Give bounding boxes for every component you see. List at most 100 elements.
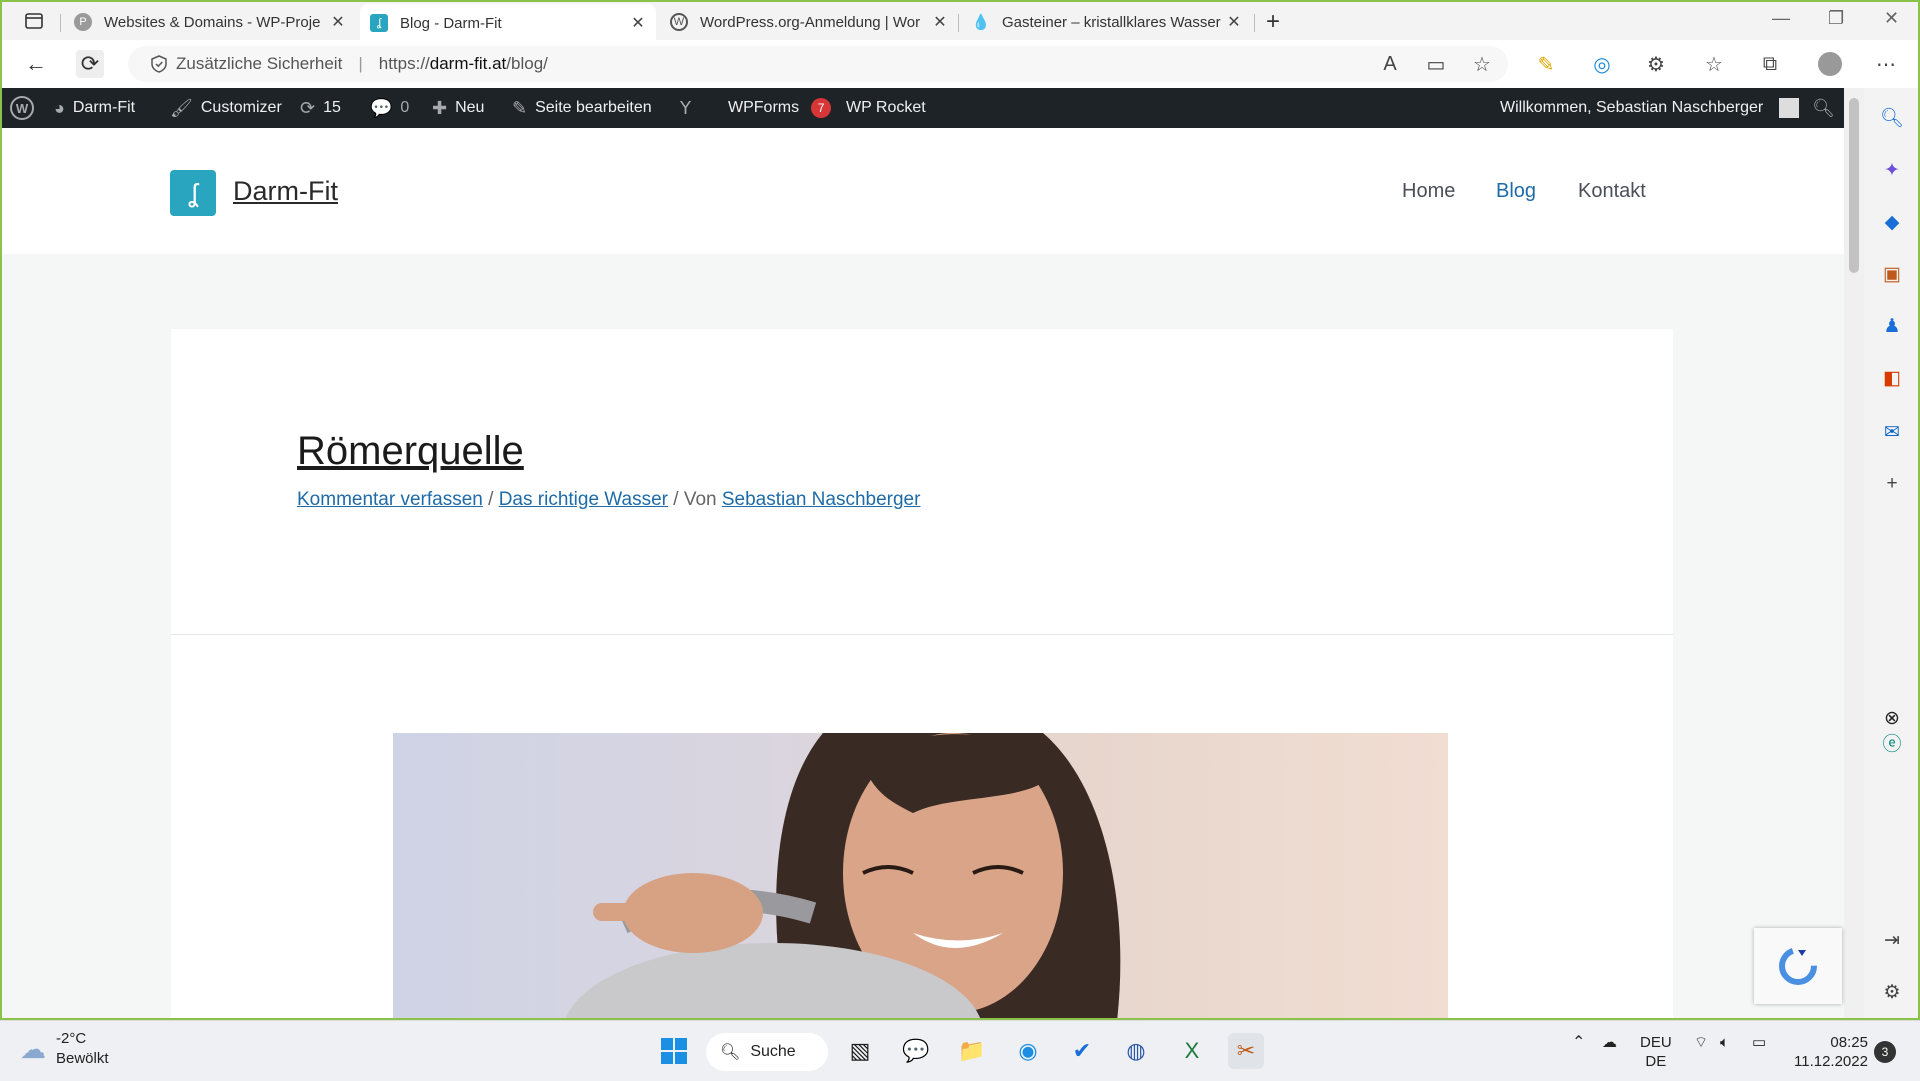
address-bar[interactable]: Zusätzliche Sicherheit | https://darm-fi…: [128, 46, 1508, 82]
clock[interactable]: 08:25 11.12.2022: [1794, 1033, 1868, 1071]
copilot-sparkle-icon[interactable]: ✦: [1878, 156, 1906, 184]
edge-e-icon[interactable]: ⓔ: [1878, 728, 1906, 756]
search-icon[interactable]: 🔍︎: [1878, 104, 1906, 132]
weather-description: Bewölkt: [56, 1050, 109, 1067]
collections-icon[interactable]: ⧉: [1756, 50, 1784, 78]
new-content-menu[interactable]: ✚ Neu: [432, 88, 484, 128]
author-link[interactable]: Sebastian Naschberger: [722, 489, 921, 510]
edit-page-link[interactable]: ✎ Seite bearbeiten: [512, 88, 652, 128]
tab-wordpress-anmeldung[interactable]: W WordPress.org-Anmeldung | Wor ✕: [660, 4, 958, 40]
wifi-icon[interactable]: ⌔: [1694, 1033, 1708, 1052]
teams-chat-icon[interactable]: 💬: [898, 1033, 934, 1069]
welcome-label: Willkommen, Sebastian Naschberger: [1500, 99, 1764, 116]
tab-websites-domains[interactable]: P Websites & Domains - WP-Proje ✕: [64, 4, 356, 40]
games-icon[interactable]: ♟: [1878, 312, 1906, 340]
comment-link[interactable]: Kommentar verfassen: [297, 489, 483, 510]
wp-logo-menu[interactable]: W: [10, 88, 34, 128]
tab-gasteiner[interactable]: 💧 Gasteiner – kristallklares Wasser ✕: [962, 4, 1252, 40]
category-link[interactable]: Das richtige Wasser: [499, 489, 668, 510]
close-icon[interactable]: ✕: [630, 13, 646, 33]
office-icon[interactable]: ◧: [1878, 364, 1906, 392]
battery-icon[interactable]: ▭: [1752, 1033, 1766, 1052]
chevron-up-icon[interactable]: ⌃: [1572, 1033, 1585, 1052]
edge-browser-icon[interactable]: ◉: [1010, 1033, 1046, 1069]
hide-sidebar-icon[interactable]: ⇥: [1878, 926, 1906, 954]
profile-avatar-icon[interactable]: [1816, 50, 1844, 78]
language-indicator[interactable]: DEU DE: [1640, 1033, 1672, 1071]
wp-rocket-menu[interactable]: WP Rocket: [846, 88, 926, 128]
tab-actions-icon: [25, 13, 43, 29]
excel-icon[interactable]: X: [1174, 1033, 1210, 1069]
file-explorer-icon[interactable]: 📁: [954, 1033, 990, 1069]
comments-link[interactable]: 💬 0: [370, 88, 409, 128]
new-label: Neu: [455, 99, 485, 116]
taskbar-search[interactable]: 🔍︎ Suche: [706, 1033, 828, 1071]
tab-blog-darm-fit[interactable]: ʆ Blog - Darm-Fit ✕: [360, 4, 656, 42]
tab-title: Blog - Darm-Fit: [400, 14, 502, 32]
menu-item-blog[interactable]: Blog: [1496, 180, 1536, 203]
close-icon[interactable]: ✕: [330, 12, 346, 32]
cloud-icon: ☁: [20, 1033, 46, 1064]
tab-actions-button[interactable]: [14, 8, 54, 34]
menu-item-kontakt[interactable]: Kontakt: [1578, 180, 1646, 203]
wpforms-menu[interactable]: WPForms 7: [728, 88, 832, 128]
weather-widget[interactable]: ☁ -2°C Bewölkt: [20, 1029, 109, 1069]
shield-check-icon: [151, 55, 167, 73]
snipping-tool-icon[interactable]: ✂: [1228, 1033, 1264, 1069]
yoast-menu[interactable]: ꓬ: [680, 88, 691, 128]
restore-button[interactable]: ❐: [1828, 8, 1844, 29]
p-circle-icon: P: [74, 13, 92, 31]
tools-briefcase-icon[interactable]: ▣: [1878, 260, 1906, 288]
task-view-icon[interactable]: ▧: [842, 1033, 878, 1069]
tab-separator: [1254, 14, 1255, 32]
read-aloud-icon[interactable]: A: [1376, 50, 1404, 78]
scrollbar-thumb[interactable]: [1849, 98, 1859, 273]
shopping-tag-icon[interactable]: ◆: [1878, 208, 1906, 236]
post-title-link[interactable]: Römerquelle: [297, 429, 524, 474]
favorites-icon[interactable]: ☆: [1700, 50, 1728, 78]
updates-link[interactable]: ⟳ 15: [300, 88, 341, 128]
gear-icon[interactable]: ⚙: [1878, 978, 1906, 1006]
customizer-link[interactable]: 🖌 Customizer: [170, 88, 282, 128]
extension-circle-icon[interactable]: ◎: [1588, 50, 1616, 78]
minimize-button[interactable]: —: [1772, 8, 1790, 29]
immersive-reader-icon[interactable]: ▭: [1422, 50, 1450, 78]
menu-item-home[interactable]: Home: [1402, 180, 1455, 203]
tab-separator: [60, 14, 61, 32]
updates-icon: ⟳: [300, 97, 316, 118]
edge-sidebar: 🔍︎ ✦ ◆ ▣ ♟ ◧ ✉ + ⊗ ⓔ ⇥ ⚙: [1866, 88, 1918, 1018]
onedrive-cloud-icon[interactable]: ☁: [1602, 1033, 1617, 1052]
divider: [171, 634, 1673, 635]
add-sidebar-app-icon[interactable]: +: [1878, 470, 1906, 498]
chat-app-icon[interactable]: ◍: [1118, 1033, 1154, 1069]
volume-icon[interactable]: 🔈︎: [1720, 1033, 1729, 1052]
page-scrollbar[interactable]: [1844, 88, 1864, 1018]
admin-search-button[interactable]: 🔍︎: [1812, 88, 1835, 128]
security-indicator[interactable]: Zusätzliche Sicherheit: [150, 54, 342, 74]
close-icon[interactable]: ✕: [932, 12, 948, 32]
site-title-link[interactable]: Darm-Fit: [233, 176, 338, 207]
back-button[interactable]: ←: [22, 50, 50, 78]
start-button[interactable]: [656, 1033, 692, 1069]
featured-image[interactable]: [393, 733, 1448, 1018]
window-close-button[interactable]: ✕: [1884, 8, 1899, 29]
todo-check-icon[interactable]: ✔: [1064, 1033, 1100, 1069]
new-tab-button[interactable]: +: [1266, 8, 1280, 36]
notification-count-badge[interactable]: 3: [1874, 1041, 1896, 1063]
site-header: ʆ Darm-Fit Home Blog Kontakt: [2, 128, 1844, 254]
reload-button[interactable]: ⟳: [76, 50, 104, 78]
edit-label: Seite bearbeiten: [535, 99, 652, 116]
close-icon[interactable]: ✕: [1226, 12, 1242, 32]
notification-badge: 7: [811, 98, 832, 118]
user-account-menu[interactable]: Willkommen, Sebastian Naschberger: [1500, 88, 1800, 128]
site-name-label: Darm-Fit: [72, 99, 136, 116]
site-name-menu[interactable]: ◕ Darm-Fit: [54, 88, 135, 128]
extensions-icon[interactable]: ⚙: [1642, 50, 1670, 78]
add-favorite-icon[interactable]: ☆: [1468, 50, 1496, 78]
site-logo[interactable]: ʆ: [170, 170, 216, 216]
recaptcha-badge[interactable]: [1754, 928, 1842, 1004]
more-options-icon[interactable]: ⋯: [1872, 50, 1900, 78]
outlook-icon[interactable]: ✉: [1878, 418, 1906, 446]
highlighter-extension-icon[interactable]: ✎: [1532, 50, 1560, 78]
search-label: Suche: [750, 1043, 796, 1060]
